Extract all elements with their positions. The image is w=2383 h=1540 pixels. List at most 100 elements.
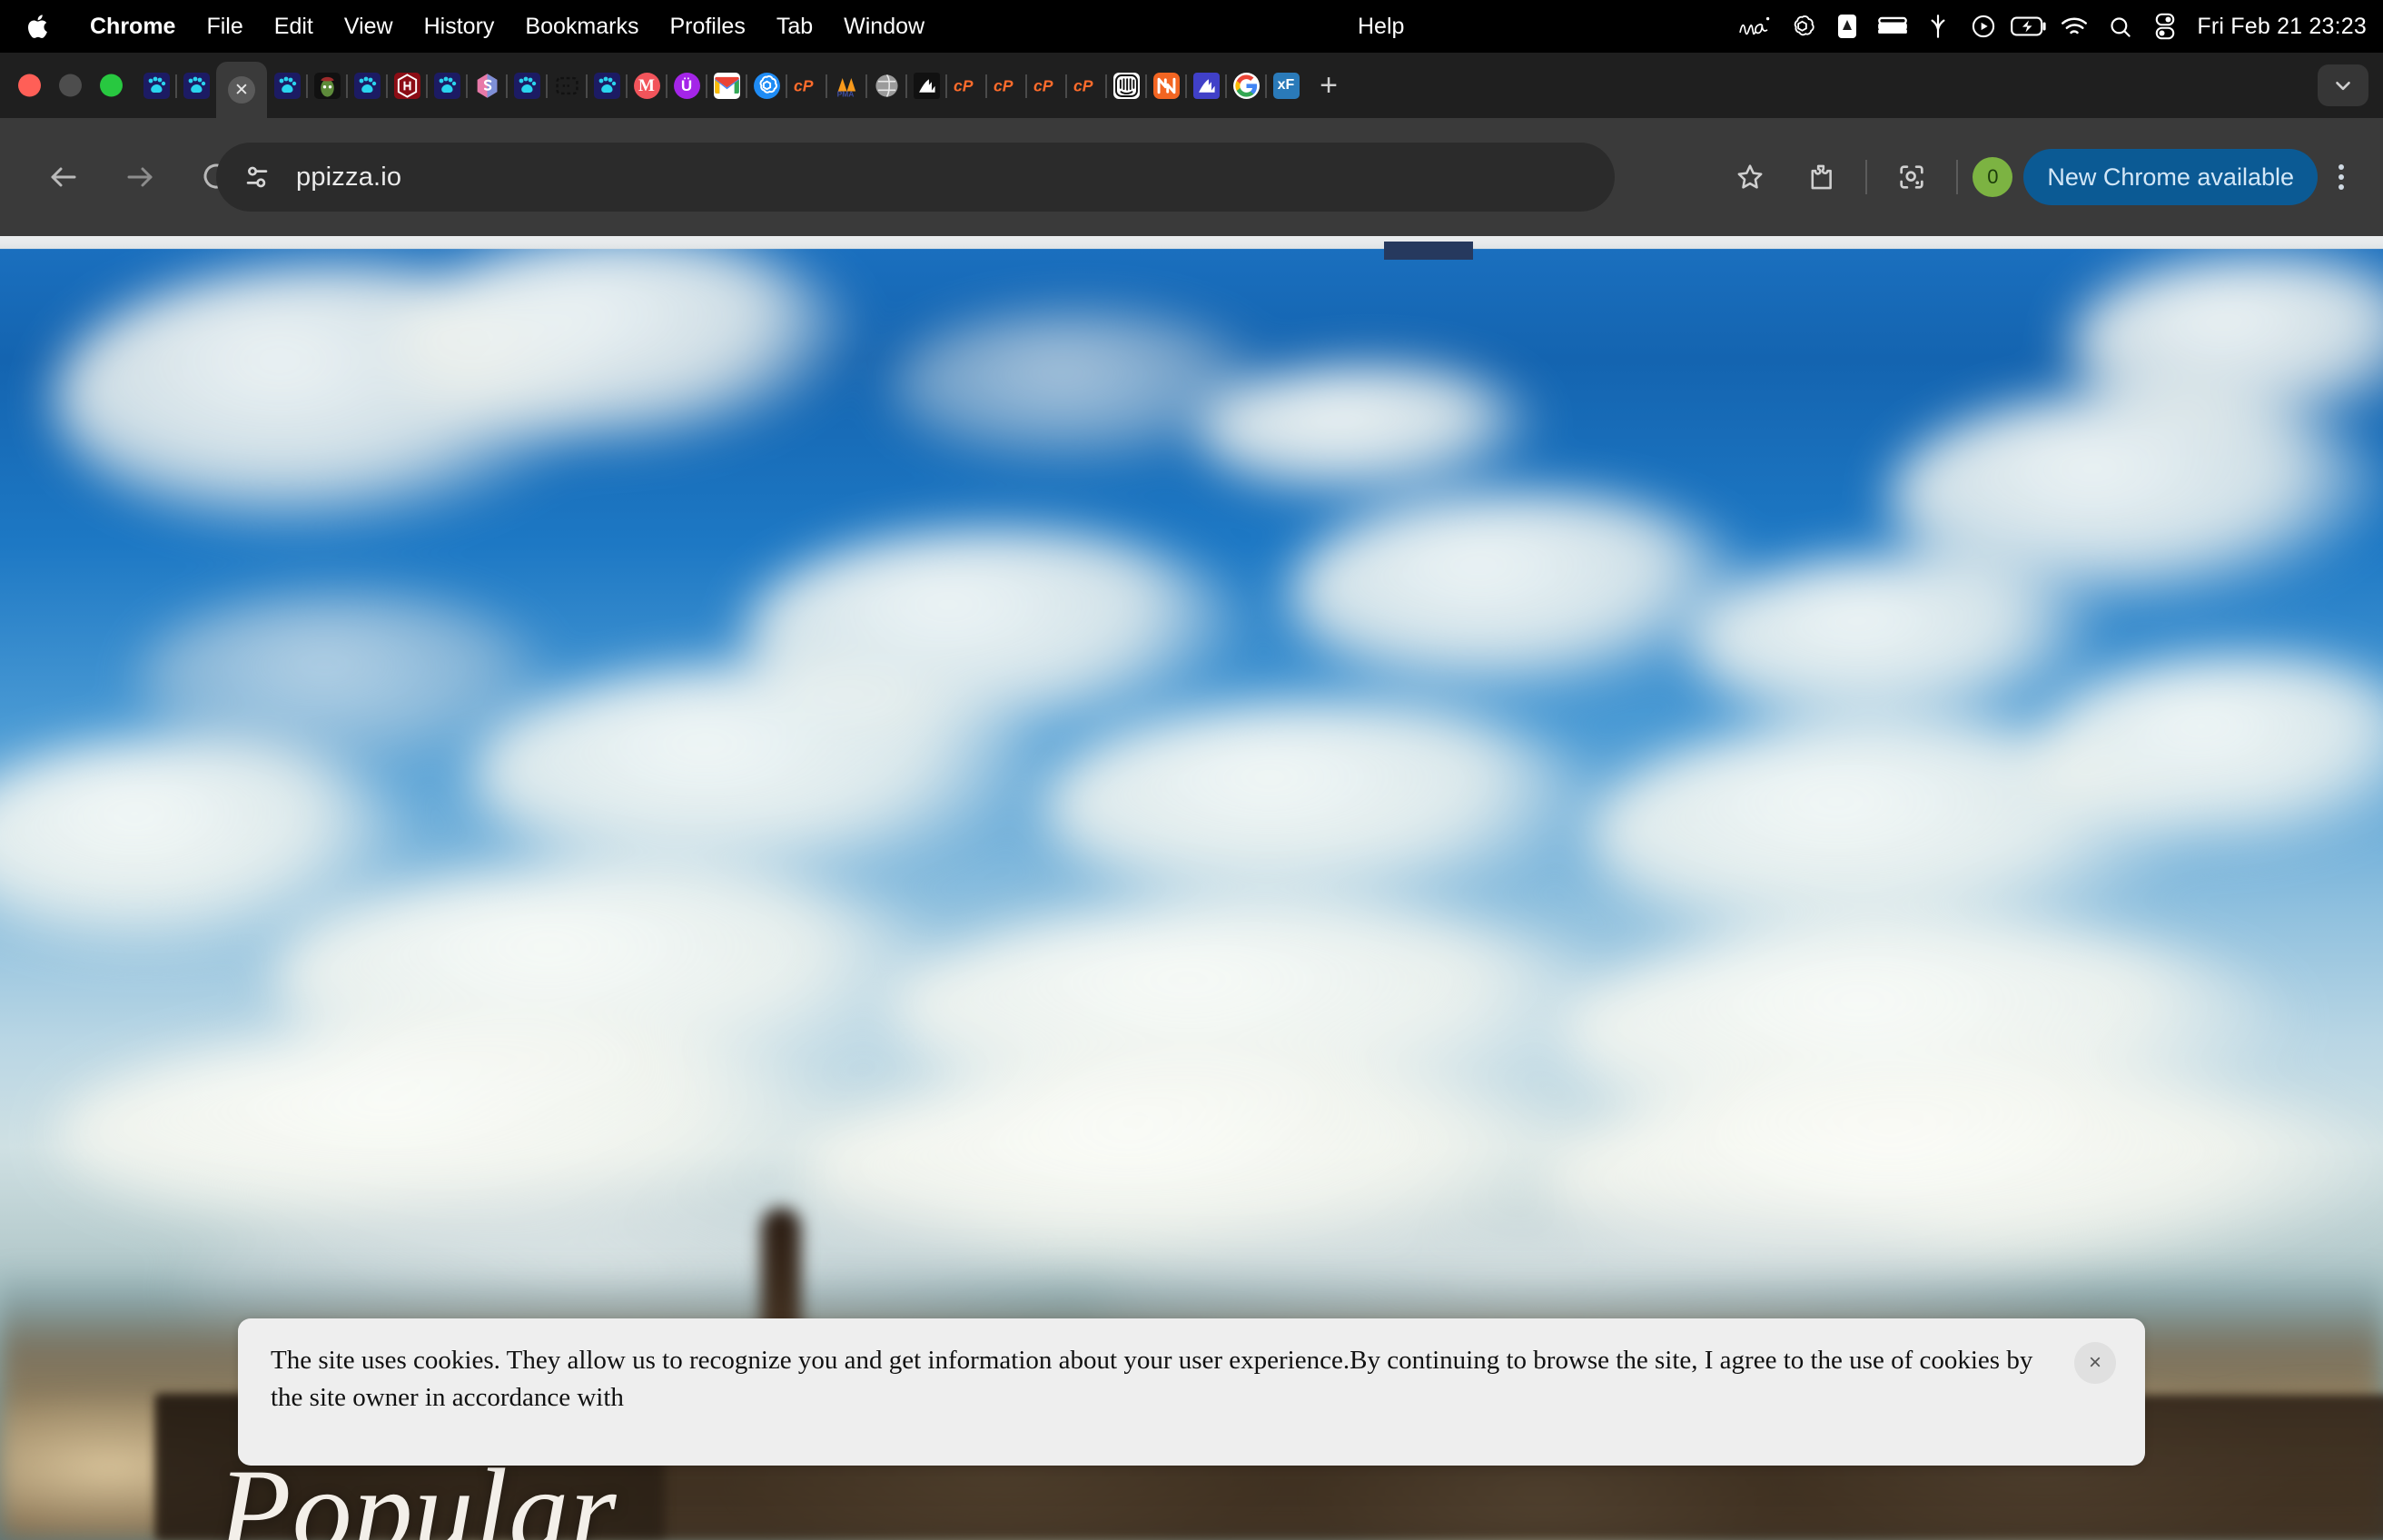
cpanel-icon: cP	[1073, 73, 1100, 99]
cookie-banner-text: The site uses cookies. They allow us to …	[271, 1346, 2033, 1413]
cpanel-icon: cP	[994, 73, 1020, 99]
menu-item-tab[interactable]: Tab	[761, 15, 828, 38]
spotlight-search-icon[interactable]	[2097, 0, 2142, 53]
tab-item[interactable]	[506, 58, 547, 113]
menu-item-window[interactable]: Window	[828, 15, 940, 38]
omnibox-url-text[interactable]: ppizza.io	[296, 163, 401, 192]
upwork-u-icon: Ü	[673, 72, 700, 99]
toolbar-divider	[1865, 160, 1868, 194]
zoom-window-button[interactable]	[100, 74, 123, 97]
star-icon[interactable]	[1722, 149, 1778, 205]
globe-icon	[874, 73, 900, 99]
hostinger-icon	[393, 72, 420, 99]
tab-item[interactable]: Ü	[666, 58, 707, 113]
intercom-icon	[1112, 72, 1140, 99]
svg-text:cP: cP	[1073, 76, 1093, 94]
menu-bar-clock[interactable]: Fri Feb 21 23:23	[2188, 14, 2367, 40]
tab-item[interactable]: cP	[945, 58, 986, 113]
new-tab-button[interactable]: +	[1306, 58, 1351, 113]
paw-icon	[513, 72, 540, 99]
close-window-button[interactable]	[18, 74, 41, 97]
claude-app-icon[interactable]	[1824, 0, 1870, 53]
forward-arrow-icon[interactable]	[111, 148, 169, 206]
minimize-window-button[interactable]	[59, 74, 82, 97]
menu-bar-items: Chrome File Edit View History Bookmarks …	[0, 9, 940, 44]
tab-item[interactable]	[1105, 58, 1146, 113]
cpanel-icon: cP	[794, 73, 820, 99]
tab-item[interactable]	[1185, 58, 1226, 113]
tab-item[interactable]	[466, 58, 507, 113]
tab-item[interactable]: M	[626, 58, 667, 113]
svg-text:cP: cP	[1033, 76, 1053, 94]
google-g-icon	[1232, 72, 1260, 99]
back-arrow-icon[interactable]	[35, 148, 93, 206]
omnibox[interactable]: ppizza.io	[216, 143, 1615, 212]
tab-item[interactable]: cP	[1025, 58, 1066, 113]
xenforo-icon: xF	[1272, 72, 1300, 99]
phpmyadmin-icon: PMA	[834, 73, 860, 99]
tab-item[interactable]	[306, 58, 347, 113]
wifi-icon[interactable]	[2052, 0, 2097, 53]
downward-arrow-icon[interactable]	[1915, 0, 1961, 53]
battery-charging-icon[interactable]	[2006, 0, 2052, 53]
site-navbar-sliver[interactable]	[1384, 242, 1473, 260]
kebab-menu-icon[interactable]	[2319, 149, 2363, 205]
tab-item[interactable]	[426, 58, 467, 113]
window-traffic-lights	[18, 74, 123, 97]
tab-item[interactable]: cP	[1065, 58, 1106, 113]
profile-avatar[interactable]: 0	[1973, 157, 2013, 197]
tab-item[interactable]	[346, 58, 387, 113]
handwriting-ma-icon[interactable]	[1734, 0, 1779, 53]
menu-item-edit[interactable]: Edit	[259, 15, 329, 38]
dashed-box-icon	[554, 73, 580, 99]
tab-item[interactable]	[175, 58, 216, 113]
svg-text:cP: cP	[794, 76, 814, 94]
tab-item[interactable]: cP	[786, 58, 826, 113]
svg-text:PMA: PMA	[836, 89, 854, 98]
new-chrome-available-button[interactable]: New Chrome available	[2023, 149, 2318, 205]
menu-item-bookmarks[interactable]: Bookmarks	[509, 15, 654, 38]
tab-item[interactable]	[865, 58, 906, 113]
chrome-toolbar: ppizza.io 0 New Chrome available	[0, 118, 2383, 236]
tab-item[interactable]	[267, 58, 307, 113]
menu-item-help[interactable]: Help	[1342, 15, 1419, 38]
close-tab-icon[interactable]: ✕	[228, 76, 255, 104]
tab-item[interactable]	[136, 58, 176, 113]
menu-item-view[interactable]: View	[329, 15, 409, 38]
tab-item[interactable]	[1145, 58, 1186, 113]
apple-logo-icon[interactable]	[24, 9, 54, 44]
tab-item[interactable]: cP	[985, 58, 1026, 113]
stripe-s-icon	[474, 73, 500, 99]
tab-item-active[interactable]: ✕	[216, 62, 267, 118]
paw-icon	[273, 72, 301, 99]
openai-icon[interactable]	[1779, 0, 1824, 53]
menu-item-chrome[interactable]: Chrome	[74, 15, 191, 38]
tab-item[interactable]	[706, 58, 747, 113]
menu-item-profiles[interactable]: Profiles	[654, 15, 760, 38]
wave-dark-icon	[913, 72, 940, 99]
menu-item-file[interactable]: File	[191, 15, 258, 38]
toolbar-divider	[1956, 160, 1959, 194]
gmail-icon	[713, 72, 740, 99]
cookie-consent-banner: The site uses cookies. They allow us to …	[238, 1318, 2145, 1466]
tab-item[interactable]: xF	[1265, 58, 1306, 113]
menu-item-history[interactable]: History	[409, 15, 510, 38]
tab-item[interactable]: PMA	[826, 58, 866, 113]
play-circle-icon[interactable]	[1961, 0, 2006, 53]
tab-item[interactable]	[746, 58, 786, 113]
bed-icon[interactable]	[1870, 0, 1915, 53]
tab-item[interactable]	[1225, 58, 1266, 113]
tab-item[interactable]	[386, 58, 427, 113]
tab-item[interactable]	[586, 58, 627, 113]
tab-item[interactable]	[905, 58, 946, 113]
plato-avatar-icon	[313, 72, 341, 99]
tab-item[interactable]	[546, 58, 587, 113]
paw-icon	[353, 72, 381, 99]
paw-icon	[143, 72, 170, 99]
extensions-puzzle-icon[interactable]	[1793, 149, 1849, 205]
google-lens-icon[interactable]	[1884, 149, 1940, 205]
tune-settings-icon[interactable]	[229, 149, 285, 205]
close-icon[interactable]: ×	[2074, 1342, 2116, 1384]
tab-search-button[interactable]	[2318, 64, 2368, 106]
control-center-icon[interactable]	[2142, 0, 2188, 53]
